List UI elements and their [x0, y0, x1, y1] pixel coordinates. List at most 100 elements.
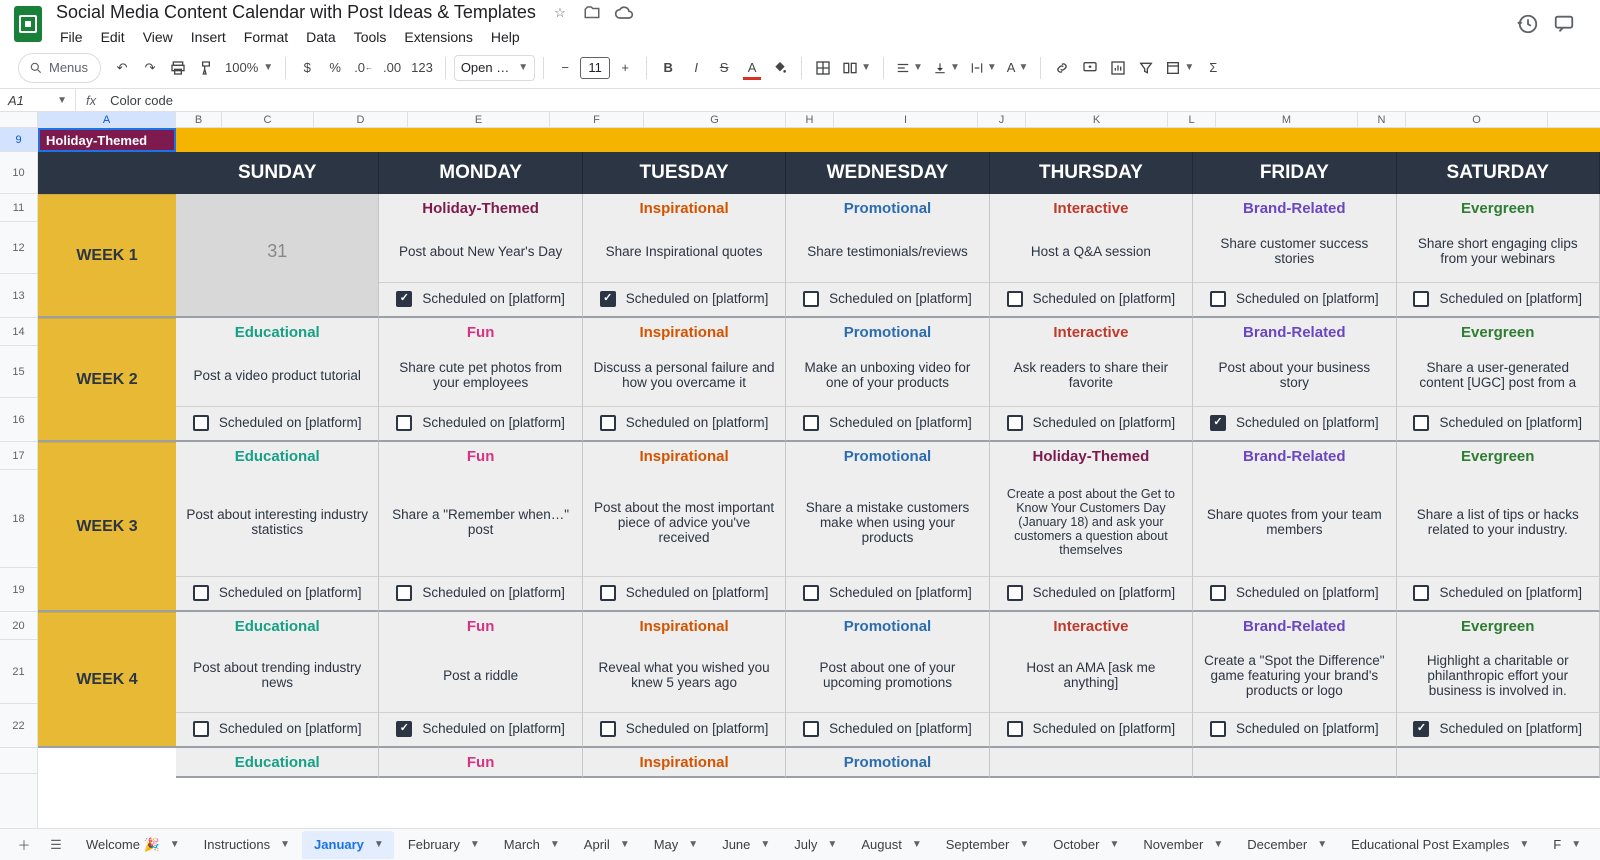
font-family-dropdown[interactable]: Open …▼: [454, 55, 535, 81]
checkbox[interactable]: [803, 291, 819, 307]
row-headers[interactable]: 910111213141516171819202122: [0, 128, 38, 828]
undo-button[interactable]: ↶: [109, 54, 135, 82]
insert-chart-button[interactable]: [1105, 54, 1131, 82]
checkbox[interactable]: [1210, 415, 1226, 431]
sheet-tab[interactable]: November▼: [1131, 831, 1233, 859]
history-icon[interactable]: [1516, 12, 1540, 36]
column-headers[interactable]: ABCDEFGHIJKLMNO: [38, 112, 1600, 128]
text-rotation-button[interactable]: A▼: [1003, 54, 1033, 82]
checkbox[interactable]: [396, 585, 412, 601]
sheet-tab[interactable]: F▼: [1541, 831, 1591, 859]
insert-link-button[interactable]: [1049, 54, 1075, 82]
checkbox[interactable]: [803, 585, 819, 601]
merge-cells-button[interactable]: ▼: [838, 54, 875, 82]
cell-a9-selected[interactable]: Holiday-Themed: [38, 128, 176, 152]
filter-views-button[interactable]: ▼: [1161, 54, 1198, 82]
more-formats-button[interactable]: 123: [407, 54, 437, 82]
checkbox[interactable]: [193, 585, 209, 601]
checkbox[interactable]: [600, 415, 616, 431]
italic-button[interactable]: I: [683, 54, 709, 82]
checkbox[interactable]: [1007, 721, 1023, 737]
formula-input[interactable]: Color code: [106, 93, 173, 108]
select-all-corner[interactable]: [0, 112, 38, 128]
all-sheets-button[interactable]: ☰: [42, 831, 70, 859]
checkbox[interactable]: [1413, 721, 1429, 737]
increase-font-button[interactable]: +: [612, 54, 638, 82]
checkbox[interactable]: [803, 721, 819, 737]
font-size-input[interactable]: 11: [580, 57, 610, 79]
sheet-tab[interactable]: Educational Post Examples▼: [1339, 831, 1539, 859]
checkbox[interactable]: [1007, 585, 1023, 601]
move-folder-icon[interactable]: [580, 1, 604, 25]
sheet-tab[interactable]: January▼: [302, 831, 394, 859]
checkbox[interactable]: [1210, 291, 1226, 307]
checkbox[interactable]: [396, 415, 412, 431]
sheet-tab[interactable]: July▼: [782, 831, 847, 859]
doc-title[interactable]: Social Media Content Calendar with Post …: [52, 0, 540, 25]
v-align-button[interactable]: ▼: [929, 54, 964, 82]
sheets-logo-icon[interactable]: [14, 6, 42, 42]
checkbox[interactable]: [600, 291, 616, 307]
checkbox[interactable]: [600, 585, 616, 601]
menu-data[interactable]: Data: [298, 26, 344, 48]
checkbox[interactable]: [600, 721, 616, 737]
checkbox[interactable]: [1210, 585, 1226, 601]
sheet-tab[interactable]: June▼: [710, 831, 780, 859]
menu-insert[interactable]: Insert: [183, 26, 234, 48]
decrease-font-button[interactable]: −: [552, 54, 578, 82]
week2-label[interactable]: WEEK 2: [38, 318, 176, 442]
menu-edit[interactable]: Edit: [93, 26, 133, 48]
checkbox[interactable]: [193, 415, 209, 431]
menu-format[interactable]: Format: [236, 26, 296, 48]
bold-button[interactable]: B: [655, 54, 681, 82]
comments-icon[interactable]: [1552, 12, 1576, 36]
week4-label[interactable]: WEEK 4: [38, 612, 176, 748]
print-button[interactable]: [165, 54, 191, 82]
spreadsheet-grid[interactable]: ABCDEFGHIJKLMNO 910111213141516171819202…: [0, 112, 1600, 828]
functions-button[interactable]: Σ: [1200, 54, 1226, 82]
sheet-tab[interactable]: March▼: [492, 831, 570, 859]
borders-button[interactable]: [810, 54, 836, 82]
checkbox[interactable]: [1413, 585, 1429, 601]
sheet-tab[interactable]: September▼: [934, 831, 1040, 859]
menu-extensions[interactable]: Extensions: [396, 26, 480, 48]
currency-button[interactable]: $: [294, 54, 320, 82]
increase-decimal-button[interactable]: .00: [379, 54, 405, 82]
filter-button[interactable]: [1133, 54, 1159, 82]
sheet-tab[interactable]: May▼: [642, 831, 708, 859]
fill-color-button[interactable]: [767, 54, 793, 82]
sheet-tab[interactable]: August▼: [849, 831, 931, 859]
menu-help[interactable]: Help: [483, 26, 528, 48]
menu-view[interactable]: View: [135, 26, 181, 48]
percent-button[interactable]: %: [322, 54, 348, 82]
week3-label[interactable]: WEEK 3: [38, 442, 176, 612]
sheet-tab[interactable]: Welcome 🎉▼: [74, 831, 190, 859]
h-align-button[interactable]: ▼: [892, 54, 927, 82]
sheet-tab[interactable]: December▼: [1235, 831, 1337, 859]
sheet-tab[interactable]: April▼: [572, 831, 640, 859]
cloud-status-icon[interactable]: [612, 1, 636, 25]
decrease-decimal-button[interactable]: .0←: [350, 54, 377, 82]
sheet-tab[interactable]: February▼: [396, 831, 490, 859]
checkbox[interactable]: [1413, 291, 1429, 307]
text-color-button[interactable]: A: [739, 54, 765, 82]
checkbox[interactable]: [396, 721, 412, 737]
checkbox[interactable]: [193, 721, 209, 737]
checkbox[interactable]: [396, 291, 412, 307]
menu-tools[interactable]: Tools: [346, 26, 395, 48]
cell-a10[interactable]: [38, 152, 176, 194]
strikethrough-button[interactable]: S: [711, 54, 737, 82]
paint-format-button[interactable]: [193, 54, 219, 82]
checkbox[interactable]: [803, 415, 819, 431]
sheet-tab[interactable]: October▼: [1041, 831, 1129, 859]
text-wrap-button[interactable]: ▼: [966, 54, 1001, 82]
week1-label[interactable]: WEEK 1: [38, 194, 176, 318]
checkbox[interactable]: [1210, 721, 1226, 737]
name-box[interactable]: A1▼: [0, 89, 76, 111]
search-menus[interactable]: Menus: [18, 53, 101, 83]
insert-comment-button[interactable]: [1077, 54, 1103, 82]
checkbox[interactable]: [1007, 415, 1023, 431]
redo-button[interactable]: ↷: [137, 54, 163, 82]
star-icon[interactable]: ☆: [548, 1, 572, 25]
zoom-dropdown[interactable]: 100%▼: [221, 54, 277, 82]
